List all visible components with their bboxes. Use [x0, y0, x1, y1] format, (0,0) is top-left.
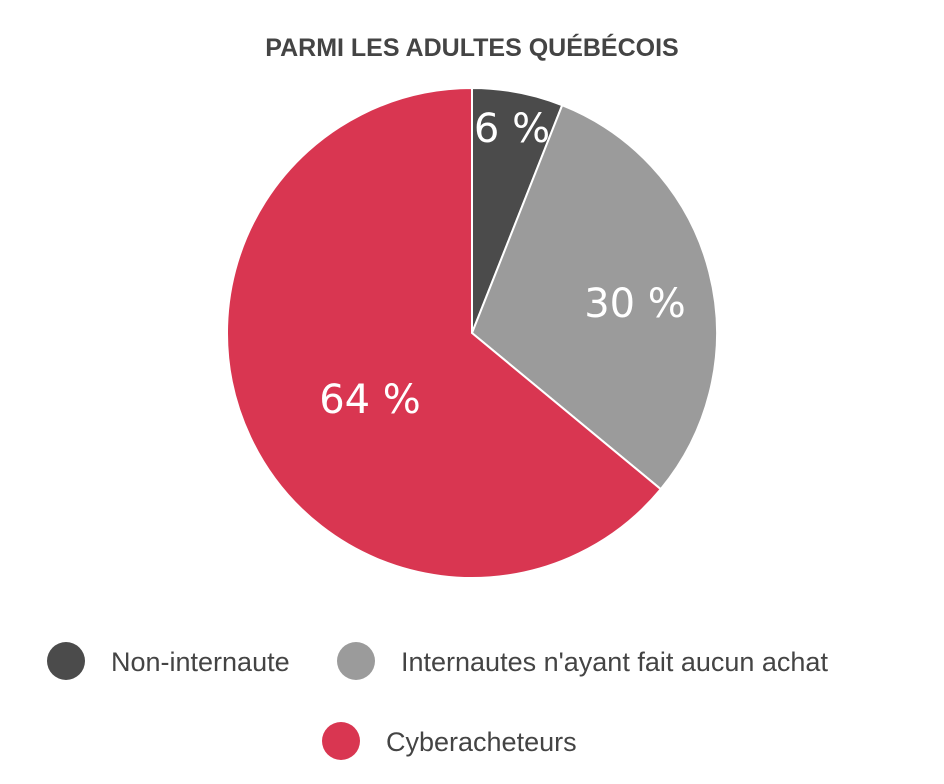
legend-item: Non-internaute	[47, 642, 290, 680]
legend-marker	[47, 642, 85, 680]
legend-marker	[337, 642, 375, 680]
chart-title: PARMI LES ADULTES QUÉBÉCOIS	[265, 33, 678, 62]
data-label: 6 %	[474, 106, 550, 152]
legend-item: Cyberacheteurs	[322, 722, 577, 760]
data-label: 64 %	[319, 377, 421, 423]
data-label: 30 %	[584, 281, 686, 327]
legend-label: Cyberacheteurs	[386, 727, 577, 757]
legend-item: Internautes n'ayant fait aucun achat	[337, 642, 828, 680]
legend-marker	[322, 722, 360, 760]
legend-label: Internautes n'ayant fait aucun achat	[401, 647, 828, 677]
pie-chart: PARMI LES ADULTES QUÉBÉCOIS 6 %30 %64 % …	[47, 33, 828, 760]
legend-label: Non-internaute	[111, 647, 290, 677]
